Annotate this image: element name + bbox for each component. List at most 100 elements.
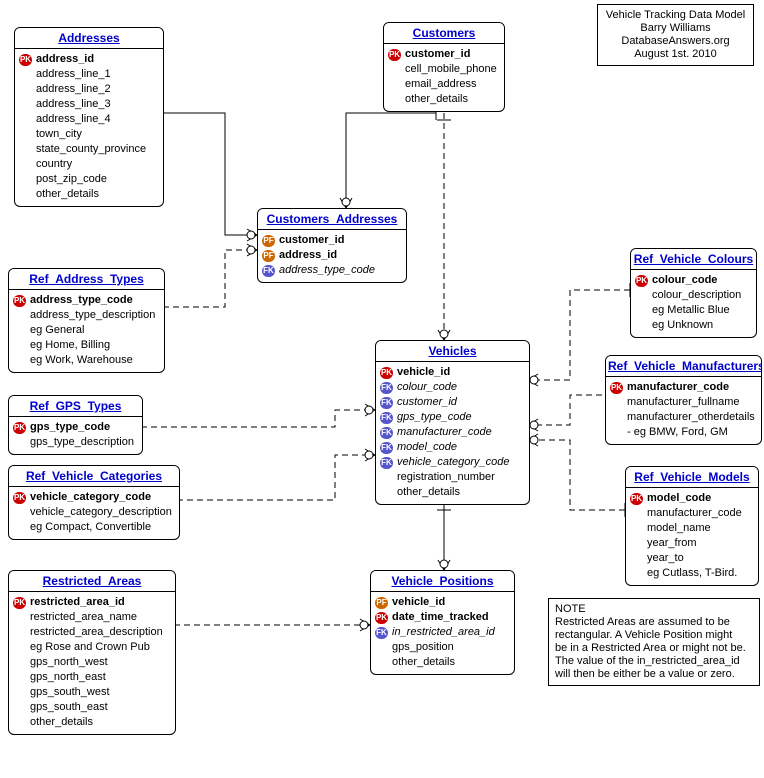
entity-title: Ref_Vehicle_Categories: [9, 466, 179, 487]
attribute-name: model_name: [647, 521, 711, 536]
attribute-name: address_line_2: [36, 82, 111, 97]
attribute-name: manufacturer_otherdetails: [627, 410, 755, 425]
attribute-row: eg Home, Billing: [13, 338, 160, 353]
attribute-name: model_code: [647, 491, 711, 506]
attribute-row: gps_south_west: [13, 685, 171, 700]
pk-icon: PK: [388, 49, 401, 61]
pk-icon: PK: [19, 54, 32, 66]
attribute-name: address_id: [36, 52, 94, 67]
entity-ref-vehicle-colours: Ref_Vehicle_Colours PKcolour_codecolour_…: [630, 248, 757, 338]
entity-title: Customers_Addresses: [258, 209, 406, 230]
meta-box: Vehicle Tracking Data Model Barry Willia…: [597, 4, 754, 66]
attribute-row: manufacturer_otherdetails: [610, 410, 757, 425]
entity-title: Vehicles: [376, 341, 529, 362]
attribute-name: model_code: [397, 440, 457, 455]
pk-icon: PK: [635, 275, 648, 287]
attribute-row: eg Rose and Crown Pub: [13, 640, 171, 655]
attribute-name: vehicle_category_code: [30, 490, 151, 505]
attribute-row: FKin_restricted_area_id: [375, 625, 510, 640]
attribute-name: manufacturer_fullname: [627, 395, 740, 410]
attribute-name: registration_number: [397, 470, 495, 485]
attribute-row: email_address: [388, 77, 500, 92]
attribute-row: PK address_id: [19, 52, 159, 67]
attribute-name: other_details: [397, 485, 460, 500]
attribute-row: PKgps_type_code: [13, 420, 138, 435]
meta-site: DatabaseAnswers.org: [604, 35, 747, 48]
entity-customers-addresses: Customers_Addresses PFcustomer_idPFaddre…: [257, 208, 407, 283]
attribute-row: town_city: [19, 127, 159, 142]
attribute-row: FKcolour_code: [380, 380, 525, 395]
pk-icon: PK: [610, 382, 623, 394]
attribute-row: PKdate_time_tracked: [375, 610, 510, 625]
attribute-name: colour_code: [652, 273, 717, 288]
meta-author: Barry Williams: [604, 22, 747, 35]
attribute-row: gps_position: [375, 640, 510, 655]
note-line: be in a Restricted Area or might not be.: [555, 642, 753, 655]
entity-ref-gps-types: Ref_GPS_Types PKgps_type_codegps_type_de…: [8, 395, 143, 455]
attribute-row: other_details: [380, 485, 525, 500]
attribute-name: gps_south_east: [30, 700, 108, 715]
attribute-row: address_line_3: [19, 97, 159, 112]
attribute-name: address_type_code: [279, 263, 375, 278]
attribute-row: address_line_4: [19, 112, 159, 127]
attribute-row: year_to: [630, 551, 754, 566]
attribute-row: PFcustomer_id: [262, 233, 402, 248]
attribute-name: colour_code: [397, 380, 457, 395]
attribute-row: FK manufacturer_code: [380, 425, 525, 440]
attribute-name: vehicle_id: [392, 595, 445, 610]
fk-icon: FK: [380, 442, 393, 454]
attribute-row: FK address_type_code: [262, 263, 402, 278]
attribute-name: colour_description: [652, 288, 741, 303]
attribute-row: PKrestricted_area_id: [13, 595, 171, 610]
attribute-name: date_time_tracked: [392, 610, 489, 625]
attribute-name: manufacturer_code: [397, 425, 492, 440]
attribute-row: other_details: [375, 655, 510, 670]
attribute-row: FK gps_type_code: [380, 410, 525, 425]
entity-title: Restricted_Areas: [9, 571, 175, 592]
attribute-row: year_from: [630, 536, 754, 551]
attribute-row: PKvehicle_id: [380, 365, 525, 380]
attribute-row: restricted_area_description: [13, 625, 171, 640]
attribute-name: other_details: [30, 715, 93, 730]
attribute-row: other_details: [13, 715, 171, 730]
attribute-row: address_line_2: [19, 82, 159, 97]
attribute-name: restricted_area_description: [30, 625, 163, 640]
attribute-row: eg Metallic Blue: [635, 303, 752, 318]
fk-icon: FK: [380, 412, 393, 424]
attribute-name: address_type_code: [30, 293, 133, 308]
attribute-name: gps_type_code: [397, 410, 472, 425]
attribute-name: year_to: [647, 551, 684, 566]
pf-icon: PF: [375, 597, 388, 609]
attribute-row: model_name: [630, 521, 754, 536]
pk-icon: PK: [380, 367, 393, 379]
attribute-name: customer_id: [405, 47, 470, 62]
fk-icon: FK: [380, 427, 393, 439]
attribute-row: FKvehicle_category_code: [380, 455, 525, 470]
attribute-row: colour_description: [635, 288, 752, 303]
fk-icon: FK: [262, 265, 275, 277]
note-line: The value of the in_restricted_area_id: [555, 655, 753, 668]
attribute-name: customer_id: [397, 395, 457, 410]
attribute-name: eg Cutlass, T-Bird.: [647, 566, 737, 581]
attribute-name: year_from: [647, 536, 697, 551]
attribute-name: gps_position: [392, 640, 454, 655]
attribute-name: address_line_4: [36, 112, 111, 127]
attribute-name: address_type_description: [30, 308, 155, 323]
entity-customers: Customers PKcustomer_idcell_mobile_phone…: [383, 22, 505, 112]
attribute-row: PFaddress_id: [262, 248, 402, 263]
attribute-row: address_type_description: [13, 308, 160, 323]
entity-addresses: Addresses PKaddress_idaddress_line_1addr…: [14, 27, 164, 207]
attribute-row: eg Compact, Convertible: [13, 520, 175, 535]
entity-title: Ref_Vehicle_Manufacturers: [606, 356, 761, 377]
note-box: NOTE Restricted Areas are assumed to be …: [548, 598, 760, 686]
attribute-row: vehicle_category_description: [13, 505, 175, 520]
attribute-row: manufacturer_fullname: [610, 395, 757, 410]
attribute-name: vehicle_category_code: [397, 455, 510, 470]
attribute-name: gps_type_code: [30, 420, 110, 435]
attribute-name: vehicle_category_description: [30, 505, 172, 520]
attribute-row: gps_south_east: [13, 700, 171, 715]
attribute-name: eg Compact, Convertible: [30, 520, 151, 535]
attribute-name: town_city: [36, 127, 82, 142]
attribute-row: address_line_1: [19, 67, 159, 82]
pk-icon: PK: [630, 493, 643, 505]
